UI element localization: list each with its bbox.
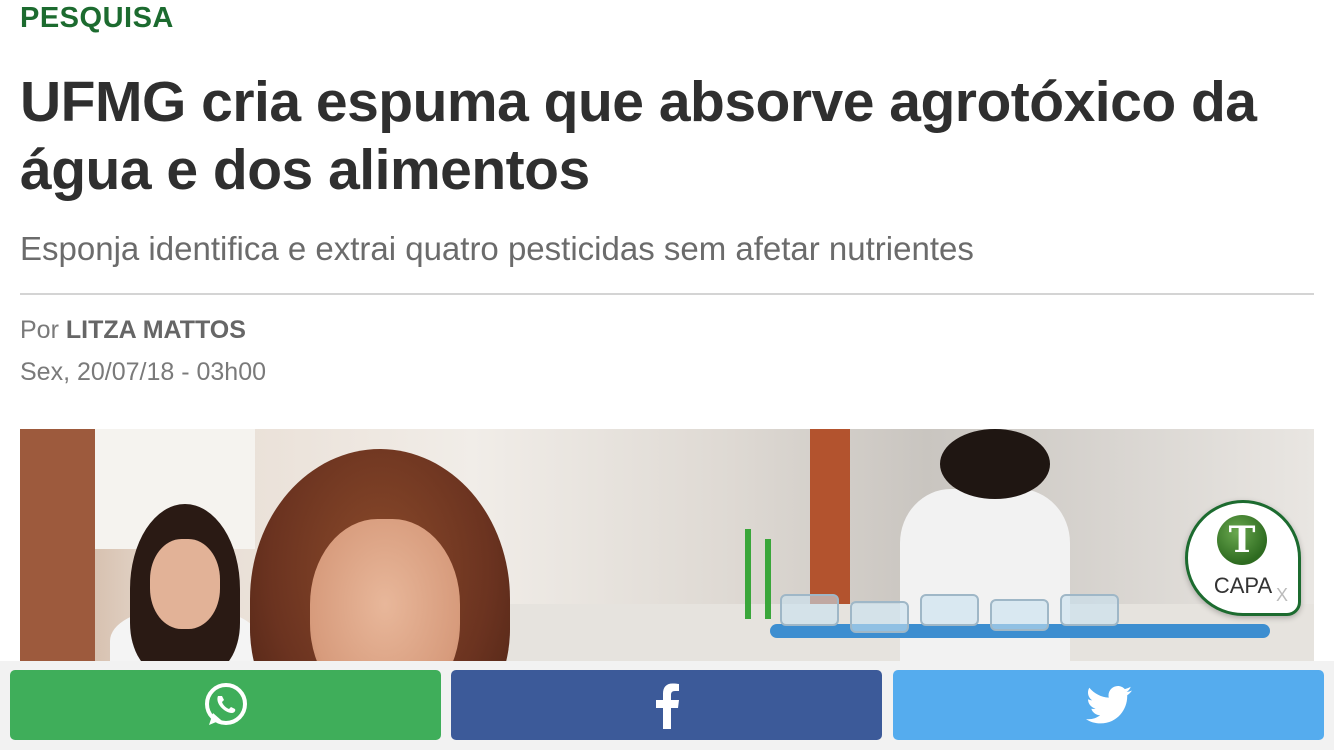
photo-lab-rod	[765, 539, 771, 619]
share-twitter-button[interactable]	[893, 670, 1324, 740]
byline-prefix: Por	[20, 316, 59, 344]
whatsapp-icon	[204, 683, 247, 725]
publish-date: Sex, 20/07/18 - 03h00	[20, 358, 267, 386]
article-title: UFMG cria espuma que absorve agrotóxico …	[20, 70, 1257, 202]
divider	[20, 293, 1314, 295]
photo-lab-jar	[1060, 594, 1119, 626]
section-label[interactable]: PESQUISA	[20, 2, 174, 35]
photo-lab-jar	[850, 601, 909, 633]
photo-wood-panel	[20, 429, 95, 661]
article-photo[interactable]	[20, 429, 1314, 661]
share-bar	[0, 661, 1334, 750]
photo-person-right-hair	[940, 429, 1050, 499]
photo-person-center-face	[310, 519, 460, 661]
photo-lab-rod	[745, 529, 751, 619]
tempo-logo-icon: T	[1217, 515, 1267, 565]
twitter-icon	[1085, 686, 1132, 724]
photo-lab-jar	[780, 594, 839, 626]
article-subtitle: Esponja identifica e extrai quatro pesti…	[20, 230, 974, 267]
capa-badge[interactable]: T CAPA X	[1185, 500, 1301, 616]
photo-person-left-face	[150, 539, 220, 629]
capa-close-button[interactable]: X	[1276, 585, 1288, 606]
byline: Por LITZA MATTOS	[20, 316, 246, 345]
photo-lab-jar	[990, 599, 1049, 631]
author-name[interactable]: LITZA MATTOS	[66, 316, 246, 344]
share-whatsapp-button[interactable]	[10, 670, 441, 740]
photo-lab-jar	[920, 594, 979, 626]
facebook-icon	[655, 683, 679, 729]
photo-column	[810, 429, 850, 609]
share-facebook-button[interactable]	[451, 670, 882, 740]
